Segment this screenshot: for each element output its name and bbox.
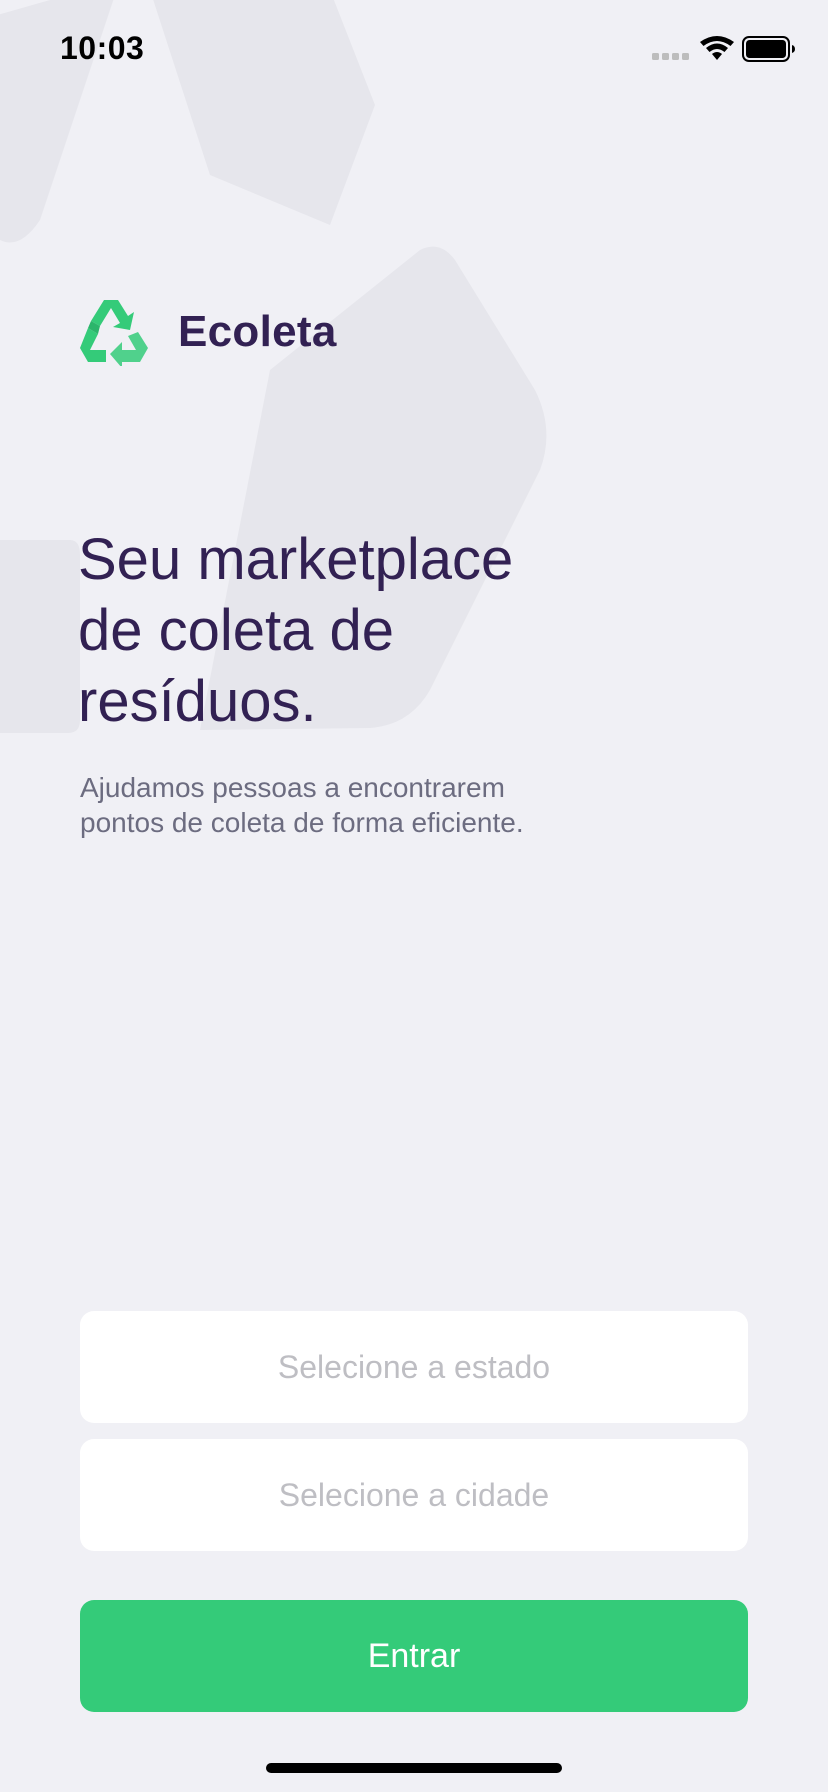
app-name: Ecoleta — [178, 307, 337, 356]
hero-title-line: de coleta de — [78, 598, 395, 663]
hero-title: Seu marketplace de coleta de resíduos. — [78, 524, 598, 737]
state-select-input[interactable] — [80, 1311, 748, 1423]
enter-button-label: Entrar — [367, 1636, 461, 1675]
hero-title-line: resíduos. — [78, 669, 317, 734]
enter-button[interactable]: Entrar — [80, 1600, 748, 1712]
home-indicator — [266, 1763, 562, 1773]
hero-description-line: Ajudamos pessoas a encontrarem — [80, 772, 505, 803]
wifi-icon — [700, 36, 734, 60]
hero-description-line: pontos de coleta de forma eficiente. — [80, 807, 524, 838]
hero-title-line: Seu marketplace — [78, 527, 514, 592]
cellular-signal-icon — [652, 53, 689, 60]
home-screen: 10:03 Ecoleta Seu marketplace de coleta … — [0, 0, 828, 1792]
status-time: 10:03 — [60, 30, 145, 66]
recycle-icon — [80, 300, 148, 366]
city-select-input[interactable] — [80, 1439, 748, 1551]
status-bar: 10:03 — [0, 0, 828, 100]
hero-description: Ajudamos pessoas a encontrarem pontos de… — [80, 770, 640, 840]
app-logo: Ecoleta — [78, 298, 337, 366]
battery-icon — [742, 36, 795, 62]
